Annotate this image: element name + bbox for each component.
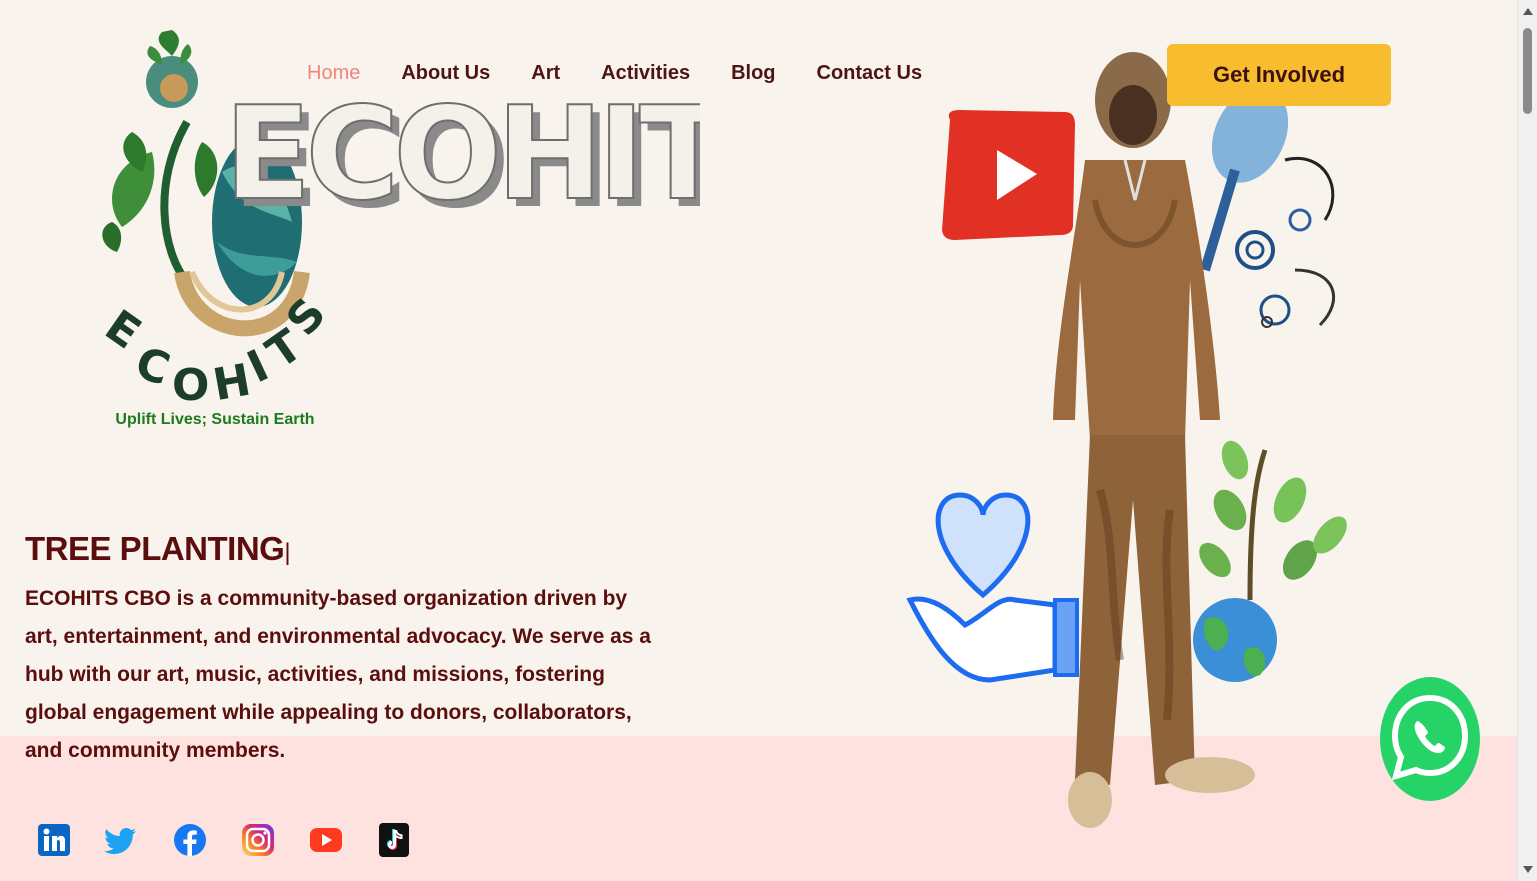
youtube-logo-graphic [942,110,1075,240]
page-scrollbar[interactable] [1517,0,1537,881]
brand-tagline: Uplift Lives; Sustain Earth [115,411,315,428]
instagram-icon[interactable] [241,822,275,858]
facebook-icon[interactable] [173,822,207,858]
svg-text:C: C [129,337,175,395]
get-involved-button[interactable]: Get Involved [1167,44,1391,106]
heart-hand-graphic [906,492,1079,683]
hero-description: ECOHITS CBO is a community-based organiz… [25,587,651,762]
microphone-graphic [1200,87,1336,328]
nav-item-about-us[interactable]: About Us [401,62,490,85]
typing-caret: | [284,539,291,566]
scroll-down-arrow-icon[interactable] [1523,866,1533,873]
svg-text:ECOHITS: ECOHITS [224,88,700,223]
nav-item-blog[interactable]: Blog [731,62,775,85]
whatsapp-chat-button[interactable] [1379,676,1481,802]
scroll-up-arrow-icon[interactable] [1523,8,1533,15]
main-nav: Home About Us Art Activities Blog Contac… [307,62,963,85]
youtube-icon[interactable] [309,822,343,858]
hero-title-text: TREE PLANTING [25,530,285,567]
globe-tree-graphic [1193,440,1347,682]
hero-title: TREE PLANTING| [25,530,291,568]
scrollbar-thumb[interactable] [1523,28,1532,114]
ecohits-wordmark: ECOHITS ECOHITS [223,88,700,223]
nav-item-art[interactable]: Art [531,62,560,85]
svg-text:O: O [172,360,209,411]
linkedin-icon[interactable] [37,822,71,858]
tiktok-icon[interactable] [377,822,411,858]
nav-item-activities[interactable]: Activities [601,62,690,85]
hero-illustration [906,52,1347,828]
ecohits-logo[interactable]: E C O H I T S [92,22,342,442]
twitter-icon[interactable] [104,822,138,858]
nav-item-home[interactable]: Home [307,62,360,85]
